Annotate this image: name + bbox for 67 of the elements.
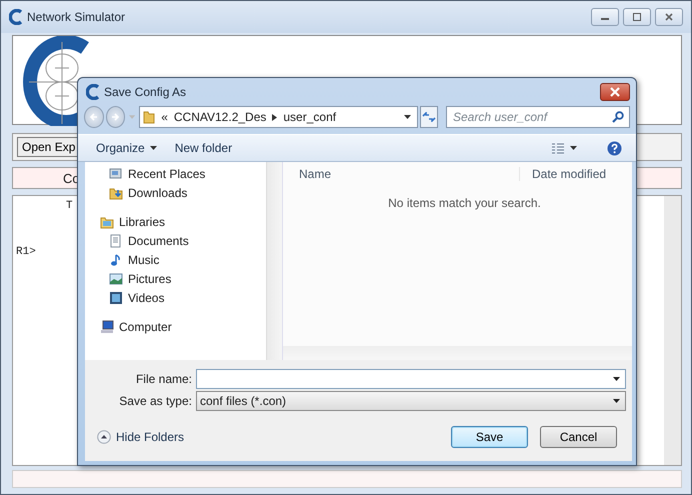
file-name-field[interactable]: [196, 369, 626, 389]
app-logo-icon: [86, 84, 100, 100]
app-logo-icon: [9, 9, 23, 25]
recent-icon: [109, 166, 123, 180]
computer-icon: [100, 320, 114, 334]
search-icon: [612, 111, 624, 123]
close-button[interactable]: [655, 8, 683, 26]
videos-icon: [109, 290, 123, 304]
save-type-dropdown[interactable]: conf files (*.con): [196, 391, 626, 411]
search-field[interactable]: Search user_conf: [446, 106, 630, 128]
minimize-button[interactable]: [591, 8, 619, 26]
caret-icon: [570, 146, 577, 150]
maximize-icon: [632, 13, 642, 21]
scrollbar[interactable]: [664, 196, 681, 465]
folder-icon: [143, 110, 156, 124]
overflow-chevron[interactable]: «: [161, 110, 168, 124]
chevron-right-icon: [272, 114, 278, 120]
dialog-title: Save Config As: [104, 84, 186, 98]
nav-item[interactable]: Downloads: [85, 183, 266, 202]
collapse-up-icon: [97, 430, 111, 444]
nav-item[interactable]: Computer: [85, 317, 266, 336]
console-line: T: [66, 200, 73, 212]
refresh-button[interactable]: [420, 106, 438, 128]
view-list-icon: [551, 142, 565, 154]
organize-menu[interactable]: Organize: [92, 139, 161, 157]
column-header[interactable]: Date modified: [519, 167, 606, 181]
scrollbar[interactable]: [266, 162, 282, 360]
nav-item[interactable]: Music: [85, 250, 266, 269]
nav-item[interactable]: Recent Places: [85, 164, 266, 183]
hide-folders-button[interactable]: Hide Folders: [93, 428, 188, 446]
scrollbar[interactable]: [283, 346, 632, 360]
forward-arrow-icon: [110, 112, 120, 122]
empty-message: No items match your search.: [387, 196, 542, 210]
back-button[interactable]: [84, 106, 104, 128]
dropdown-caret-icon: [613, 377, 620, 381]
pictures-icon: [109, 272, 123, 286]
field-label: Save as type:: [118, 394, 192, 408]
close-icon: [664, 13, 674, 21]
breadcrumb-item[interactable]: CCNAV12.2_Des: [174, 110, 266, 124]
libraries-icon: [100, 214, 114, 228]
maximize-button[interactable]: [623, 8, 651, 26]
close-button[interactable]: [600, 82, 630, 100]
window-title: Network Simulator: [27, 10, 126, 24]
forward-button[interactable]: [106, 106, 126, 128]
column-header[interactable]: Name: [283, 167, 519, 181]
nav-item[interactable]: Videos: [85, 288, 266, 307]
new-folder-button[interactable]: New folder: [170, 139, 236, 157]
field-label: File name:: [134, 372, 192, 386]
nav-item[interactable]: Documents: [85, 231, 266, 250]
refresh-icon: [422, 112, 436, 122]
documents-icon: [109, 234, 123, 248]
dropdown-caret-icon: [404, 115, 412, 119]
history-caret-icon: [129, 114, 136, 120]
console-line: R1>: [16, 246, 36, 258]
caret-icon: [150, 146, 157, 150]
dropdown-caret-icon: [613, 399, 620, 403]
breadcrumb-item[interactable]: user_conf: [283, 110, 336, 124]
music-icon: [109, 252, 123, 266]
save-button[interactable]: Save: [451, 426, 528, 448]
downloads-icon: [109, 186, 123, 200]
help-icon: [607, 140, 622, 156]
back-arrow-icon: [88, 112, 99, 122]
cancel-button[interactable]: Cancel: [540, 426, 617, 448]
nav-item[interactable]: Libraries: [85, 212, 266, 231]
address-bar[interactable]: « CCNAV12.2_Des user_conf: [139, 106, 418, 128]
close-icon: [609, 86, 621, 96]
nav-item[interactable]: Pictures: [85, 269, 266, 288]
